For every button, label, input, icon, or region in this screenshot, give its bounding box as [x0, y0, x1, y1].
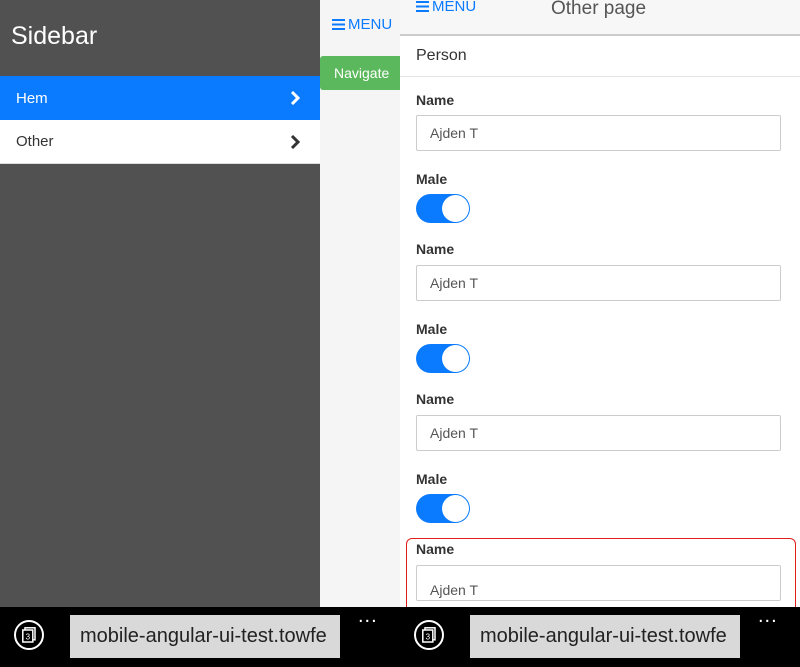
right-pane: MENU Other page Person Name Male Name Ma…: [400, 0, 800, 607]
name-label: Name: [416, 541, 455, 557]
toggle-knob: [442, 345, 469, 372]
name-input[interactable]: [416, 415, 781, 451]
chevron-right-icon: [286, 133, 304, 151]
sidebar-item-label: Other: [16, 133, 54, 150]
more-icon[interactable]: ...: [758, 605, 778, 628]
name-label: Name: [416, 241, 455, 257]
male-label: Male: [416, 471, 448, 487]
page-title: Other page: [551, 0, 647, 19]
url-text: mobile-angular-ui-test.towfe: [480, 625, 727, 647]
top-navbar: MENU Other page: [400, 0, 800, 36]
section-title: Person: [416, 47, 467, 64]
name-label: Name: [416, 391, 455, 407]
male-toggle[interactable]: [416, 494, 470, 523]
address-bar[interactable]: mobile-angular-ui-test.towfe: [470, 615, 740, 658]
navigate-label: Navigate: [334, 65, 390, 81]
svg-text:3: 3: [26, 633, 31, 642]
left-pane: MENU Navigate Sidebar Hem Other: [0, 0, 400, 607]
chevron-right-icon: [286, 89, 304, 107]
navigate-button[interactable]: Navigate: [320, 56, 400, 90]
male-toggle[interactable]: [416, 344, 470, 373]
more-icon[interactable]: ...: [358, 605, 378, 628]
sidebar-item-label: Hem: [16, 89, 48, 107]
name-input[interactable]: [416, 115, 781, 151]
sidebar-item-hem[interactable]: Hem: [0, 76, 320, 120]
sidebar-item-other[interactable]: Other: [0, 120, 320, 164]
menu-button[interactable]: MENU: [416, 0, 476, 15]
name-label: Name: [416, 92, 455, 108]
url-text: mobile-angular-ui-test.towfe: [80, 625, 327, 647]
male-label: Male: [416, 321, 448, 337]
address-bar[interactable]: mobile-angular-ui-test.towfe: [70, 615, 340, 658]
tabs-icon[interactable]: 3: [414, 620, 444, 650]
tabs-icon[interactable]: 3: [14, 620, 44, 650]
content-behind-sidebar: [320, 0, 400, 607]
section-header: Person: [400, 36, 800, 77]
sidebar: Sidebar Hem Other: [0, 0, 320, 607]
menu-button[interactable]: MENU: [332, 16, 392, 33]
svg-text:3: 3: [426, 633, 431, 642]
hamburger-icon: [416, 1, 429, 12]
toggle-knob: [442, 495, 469, 522]
browser-bar: 3 mobile-angular-ui-test.towfe ...: [400, 605, 800, 667]
name-input[interactable]: [416, 565, 781, 601]
menu-label: MENU: [348, 16, 393, 33]
male-toggle[interactable]: [416, 194, 470, 223]
menu-label: MENU: [432, 0, 477, 15]
sidebar-title: Sidebar: [11, 22, 98, 50]
male-label: Male: [416, 171, 448, 187]
hamburger-icon: [332, 19, 345, 30]
browser-bar: 3 mobile-angular-ui-test.towfe ...: [0, 605, 400, 667]
name-input[interactable]: [416, 265, 781, 301]
toggle-knob: [442, 195, 469, 222]
